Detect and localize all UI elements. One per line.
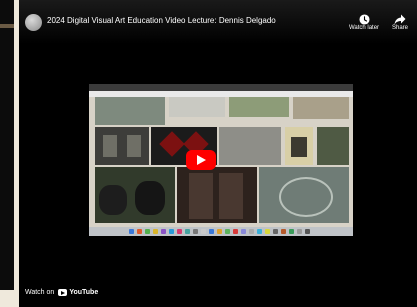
video-dock-bar (89, 227, 353, 236)
photo-tile-doorway (95, 127, 149, 165)
channel-avatar[interactable] (25, 14, 42, 31)
watch-on-label: Watch on (25, 289, 55, 296)
video-title[interactable]: 2024 Digital Visual Art Education Video … (47, 16, 307, 25)
play-icon (197, 155, 206, 165)
watch-later-label: Watch later (348, 25, 380, 31)
youtube-label: YouTube (69, 289, 99, 296)
share-arrow-icon (394, 13, 406, 25)
youtube-embed-player[interactable]: 2024 Digital Visual Art Education Video … (19, 0, 417, 307)
play-button[interactable] (186, 150, 216, 170)
photo-tile-iron-door (177, 167, 257, 223)
video-browser-bar (89, 84, 353, 91)
side-video-panel (0, 0, 14, 290)
photo-tile-hall (169, 97, 225, 117)
photo-tile-gallery (95, 97, 165, 125)
share-label: Share (391, 25, 408, 31)
photo-tile-book-cover (285, 127, 313, 165)
photo-tile-gorilla-top (317, 127, 349, 165)
player-top-bar: 2024 Digital Visual Art Education Video … (19, 0, 417, 44)
clock-icon (358, 13, 370, 25)
photo-tile-portrait (293, 97, 349, 119)
photo-tile-street (229, 97, 289, 117)
photo-tile-plants (259, 167, 349, 223)
youtube-logo-icon: YouTube (58, 289, 98, 296)
side-video-stripe (0, 24, 14, 28)
watch-later-button[interactable]: Watch later (346, 13, 382, 31)
photo-tile-figures (219, 127, 281, 165)
photo-tile-gorilla (95, 167, 175, 223)
video-frame[interactable] (89, 84, 353, 236)
share-button[interactable]: Share (387, 13, 413, 31)
watch-on-youtube-link[interactable]: Watch on YouTube (25, 289, 98, 296)
